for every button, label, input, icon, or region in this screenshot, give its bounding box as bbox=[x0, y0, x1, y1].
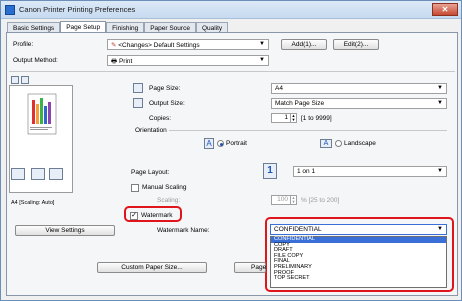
page-size-icon bbox=[133, 83, 143, 93]
page-options-button[interactable]: Page bbox=[234, 262, 266, 273]
watermark-name-label: Watermark Name: bbox=[157, 227, 210, 234]
custom-paper-size-button[interactable]: Custom Paper Size... bbox=[97, 262, 207, 273]
printer-app-icon bbox=[5, 5, 15, 15]
copies-spinner[interactable]: 1 ▲ ▼ bbox=[271, 113, 297, 123]
close-button[interactable]: ✕ bbox=[432, 3, 458, 16]
page-view-icon[interactable] bbox=[11, 76, 19, 84]
chevron-down-icon: ▼ bbox=[259, 41, 265, 47]
chevron-down-icon: ▼ bbox=[259, 57, 265, 63]
copies-value: 1 bbox=[284, 114, 288, 121]
copies-label: Copies: bbox=[149, 115, 172, 122]
chevron-down-icon: ▼ bbox=[437, 85, 443, 91]
output-size-label: Output Size: bbox=[149, 100, 185, 107]
landscape-label: Landscape bbox=[344, 140, 376, 147]
add-profile-button[interactable]: Add(1)... bbox=[281, 39, 327, 50]
profile-select[interactable]: ✎ <Changes> Default Settings ▼ bbox=[107, 39, 269, 50]
page-size-select[interactable]: A4 ▼ bbox=[271, 83, 447, 94]
watermark-highlight bbox=[124, 206, 182, 222]
copies-range: [1 to 9999] bbox=[301, 115, 332, 122]
page-layout-value: 1 on 1 bbox=[297, 168, 316, 175]
divider bbox=[9, 71, 455, 72]
page-layout-label: Page Layout: bbox=[131, 169, 170, 176]
landscape-radio[interactable] bbox=[335, 140, 342, 147]
output-size-icon bbox=[133, 98, 143, 108]
scaling-label: Scaling: bbox=[157, 197, 181, 204]
chevron-down-icon: ▼ bbox=[437, 100, 443, 106]
layout-icon bbox=[31, 168, 45, 180]
scaling-spinner[interactable]: 100 ▲ ▼ bbox=[271, 195, 297, 205]
page-layout-select[interactable]: 1 on 1 ▼ bbox=[293, 166, 447, 177]
page-layout-icon: 1 bbox=[263, 163, 277, 179]
output-method-select[interactable]: 🖶 Print ▼ bbox=[107, 55, 269, 66]
pencil-icon: ✎ bbox=[111, 42, 117, 49]
printer-preview-icon bbox=[11, 168, 25, 180]
orientation-label: Orientation bbox=[135, 127, 167, 134]
scaling-range: % [25 to 200] bbox=[301, 197, 340, 204]
layout-icon bbox=[49, 168, 63, 180]
printer-icon: 🖶 bbox=[111, 58, 118, 65]
page-size-label: Page Size: bbox=[149, 85, 181, 92]
spinner-arrows-icon[interactable]: ▲ ▼ bbox=[290, 196, 296, 204]
portrait-icon: A bbox=[204, 138, 214, 149]
view-settings-button[interactable]: View Settings bbox=[15, 225, 115, 236]
page-size-value: A4 bbox=[275, 85, 283, 92]
output-method-label: Output Method: bbox=[13, 57, 58, 64]
portrait-radio[interactable] bbox=[217, 140, 224, 147]
manual-scaling-label: Manual Scaling bbox=[142, 184, 187, 191]
preview-caption: A4 [Scaling: Auto] bbox=[11, 200, 55, 206]
window-title: Canon Printer Printing Preferences bbox=[19, 5, 136, 14]
scaling-value: 100 bbox=[277, 196, 288, 203]
output-size-select[interactable]: Match Page Size ▼ bbox=[271, 98, 447, 109]
output-method-value: Print bbox=[118, 58, 133, 65]
spinner-arrows-icon[interactable]: ▲ ▼ bbox=[290, 114, 296, 122]
divider bbox=[169, 130, 447, 131]
manual-scaling-checkbox[interactable] bbox=[131, 184, 139, 192]
title-bar[interactable]: Canon Printer Printing Preferences ✕ bbox=[1, 1, 461, 19]
profile-value: <Changes> Default Settings bbox=[118, 42, 200, 49]
profile-label: Profile: bbox=[13, 41, 34, 48]
printer-preferences-window: Canon Printer Printing Preferences ✕ Bas… bbox=[0, 0, 462, 301]
chevron-down-icon: ▼ bbox=[437, 168, 443, 174]
watermark-list-highlight bbox=[265, 217, 454, 292]
printer-view-icon[interactable] bbox=[21, 76, 29, 84]
output-size-value: Match Page Size bbox=[275, 100, 325, 107]
landscape-icon: A bbox=[320, 139, 332, 148]
portrait-label: Portrait bbox=[226, 140, 247, 147]
edit-profile-button[interactable]: Edit(2)... bbox=[333, 39, 379, 50]
